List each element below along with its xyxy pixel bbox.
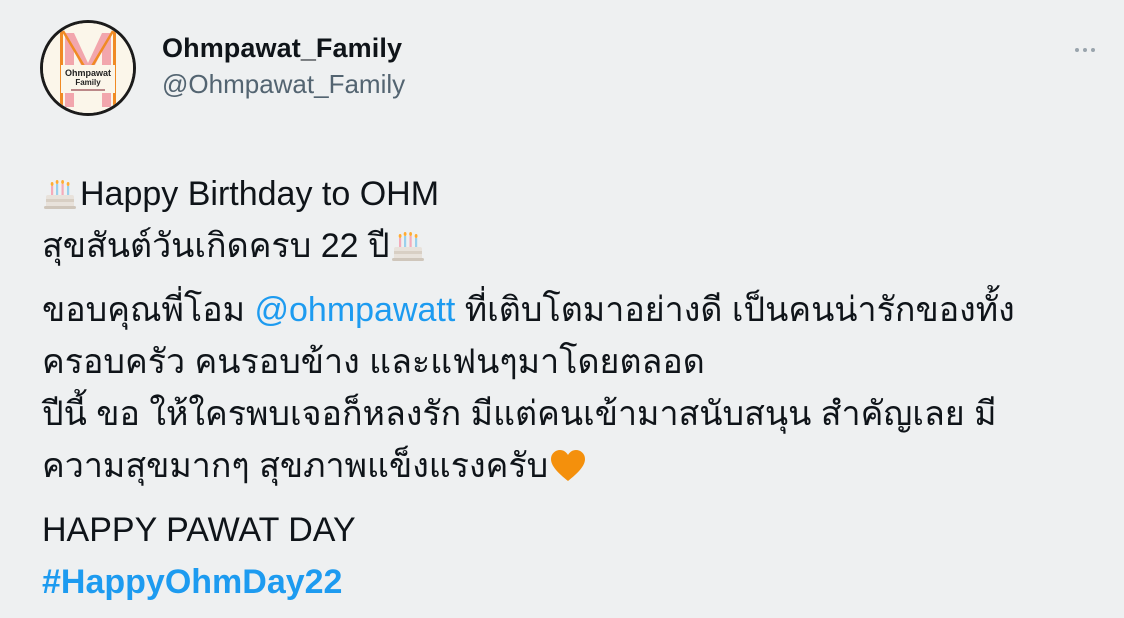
birthday-cake-emoji xyxy=(391,232,424,261)
tweet-card: Ohmpawat Family Ohmpawat_Family @Ohmpawa… xyxy=(0,0,1124,618)
tweet-line: ขอบคุณพี่โอม @ohmpawatt ที่เติบโตมาอย่าง… xyxy=(42,284,1102,336)
more-dot xyxy=(1083,48,1087,52)
tweet-line-4: ครอบครัว คนรอบข้าง และแฟนๆมาโดยตลอด xyxy=(42,343,705,381)
display-name[interactable]: Ohmpawat_Family xyxy=(162,30,405,66)
tweet-line-2: สุขสันต์วันเกิดครบ 22 ปี xyxy=(42,227,390,265)
tweet-line: ครอบครัว คนรอบข้าง และแฟนๆมาโดยตลอด xyxy=(42,336,1102,388)
tweet-line: สุขสันต์วันเกิดครบ 22 ปี xyxy=(42,220,1102,272)
tweet-line-1: Happy Birthday to OHM xyxy=(80,175,440,213)
tweet-line-5: ปีนี้ ขอ ให้ใครพบเจอก็หลงรัก มีแต่คนเข้า… xyxy=(42,395,997,433)
ohmpawat-family-logo: Ohmpawat Family xyxy=(43,23,133,113)
tweet-author: Ohmpawat_Family @Ohmpawat_Family xyxy=(162,30,405,101)
more-options-button[interactable] xyxy=(1068,36,1102,64)
tweet-line-3-end: ที่เติบโตมาอย่างดี เป็นคนน่ารักของทั้ง xyxy=(455,291,1015,329)
tweet-line: #HappyOhmDay22 xyxy=(42,556,1102,608)
tweet-line-6: ความสุขมากๆ สุขภาพแข็งแรงครับ xyxy=(42,447,549,485)
tweet-line: Happy Birthday to OHM xyxy=(42,168,1102,220)
birthday-cake-emoji xyxy=(44,180,76,209)
avatar[interactable]: Ohmpawat Family xyxy=(40,20,136,116)
orange-heart-emoji xyxy=(551,450,586,481)
more-horizontal-icon xyxy=(1075,48,1079,52)
tweet-text: Happy Birthday to OHM สุขสันต์วันเกิดครบ… xyxy=(42,168,1102,608)
user-handle[interactable]: @Ohmpawat_Family xyxy=(162,67,405,101)
mention-link[interactable]: @ohmpawatt xyxy=(254,284,455,336)
tweet-line: ปีนี้ ขอ ให้ใครพบเจอก็หลงรัก มีแต่คนเข้า… xyxy=(42,388,1102,440)
tweet-line: HAPPY PAWAT DAY xyxy=(42,504,1102,556)
tweet-line-3-start: ขอบคุณพี่โอม xyxy=(42,291,255,329)
more-dot xyxy=(1091,48,1095,52)
tweet-line: ความสุขมากๆ สุขภาพแข็งแรงครับ xyxy=(42,440,1102,492)
avatar-logo-title: Ohmpawat xyxy=(65,68,111,78)
hashtag-link[interactable]: #HappyOhmDay22 xyxy=(42,556,342,608)
avatar-logo-subtitle: Family xyxy=(75,78,101,87)
tweet-line-7: HAPPY PAWAT DAY xyxy=(42,511,356,549)
